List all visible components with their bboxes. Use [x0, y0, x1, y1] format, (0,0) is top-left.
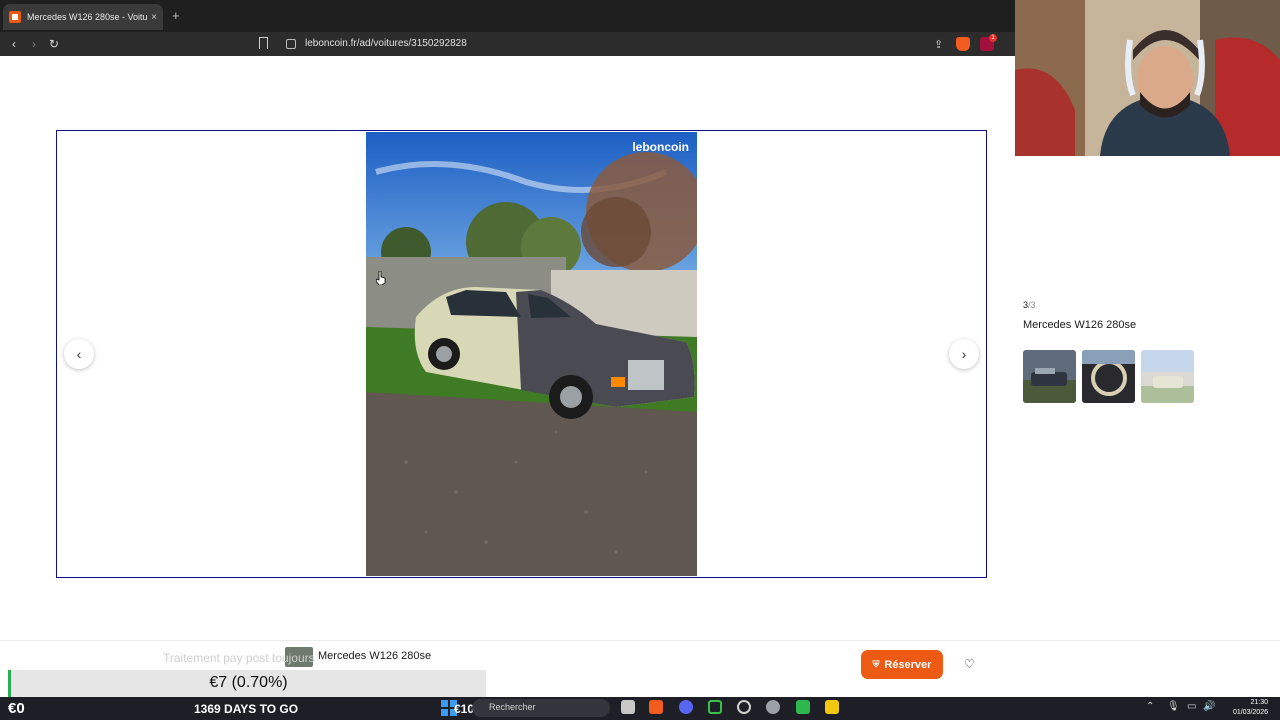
overlay-ghost-text: Traitement pay post toujours — [163, 651, 315, 665]
taskbar-clock[interactable]: 21:30 01/03/2026 — [1228, 698, 1268, 718]
bookmark-icon[interactable] — [259, 37, 268, 49]
network-icon[interactable]: ▭ — [1187, 701, 1196, 712]
overlay-balance: €0 — [8, 700, 25, 717]
reserve-label: Réserver — [884, 658, 932, 671]
play-app-icon[interactable] — [708, 700, 722, 714]
discord-icon[interactable] — [679, 700, 693, 714]
volume-icon[interactable]: 🔊 — [1203, 701, 1215, 712]
brave-browser-icon[interactable] — [649, 700, 663, 714]
leboncoin-watermark: leboncoin — [632, 140, 689, 154]
next-photo-button[interactable]: › — [949, 339, 979, 369]
leboncoin-favicon-icon — [9, 11, 21, 23]
windows-taskbar — [0, 697, 1280, 720]
new-tab-button[interactable]: + — [172, 8, 180, 23]
thumbnail-3-image — [1141, 350, 1194, 403]
shield-icon: ⛨ — [872, 659, 880, 669]
close-tab-icon[interactable]: × — [151, 12, 157, 23]
sticky-ad-title: Mercedes W126 280se — [318, 650, 432, 662]
hand-cursor-icon — [376, 271, 386, 285]
tab-strip: Mercedes W126 280se - Voitures × + — [0, 0, 1015, 32]
photo-thumbnail-3[interactable] — [1141, 350, 1194, 403]
obs-icon[interactable] — [737, 700, 751, 714]
photo-thumbnail-2[interactable] — [1082, 350, 1135, 403]
settings-gear-icon[interactable] — [766, 700, 780, 714]
webcam-overlay — [1015, 0, 1280, 156]
notification-badge: 1 — [989, 34, 997, 42]
photo-counter: 3/3 — [1023, 300, 1036, 310]
car-photo-image — [366, 132, 697, 576]
tray-expand-icon[interactable]: ⌃ — [1146, 701, 1154, 712]
webcam-feed-image — [1015, 0, 1280, 156]
app-icon[interactable] — [825, 700, 839, 714]
rewards-icon[interactable]: 1 — [980, 34, 997, 51]
clock-time: 21:30 — [1250, 699, 1268, 706]
taskbar-search-placeholder[interactable]: Rechercher — [489, 702, 536, 712]
favorite-heart-icon[interactable]: ♡ — [964, 657, 975, 671]
brave-shield-icon[interactable] — [956, 37, 970, 51]
site-settings-icon[interactable] — [286, 39, 296, 49]
overlay-amount-change: €7 (0.70%) — [209, 674, 288, 691]
photo-thumbnail-1[interactable] — [1023, 350, 1076, 403]
previous-photo-button[interactable]: ‹ — [64, 339, 94, 369]
reserve-button[interactable]: ⛨ Réserver — [861, 650, 943, 679]
microphone-icon[interactable]: 🎙 — [1167, 701, 1180, 712]
share-icon[interactable]: ⇪ — [934, 38, 943, 51]
overlay-days-to-go: 1369 DAYS TO GO — [194, 702, 299, 716]
sheets-app-icon[interactable] — [796, 700, 810, 714]
url-text[interactable]: leboncoin.fr/ad/voitures/3150292828 — [305, 38, 467, 49]
reload-button[interactable]: ↻ — [46, 36, 62, 52]
thumbnail-2-image — [1082, 350, 1135, 403]
task-view-icon[interactable] — [621, 700, 635, 714]
clock-date: 01/03/2026 — [1232, 709, 1268, 716]
address-bar[interactable]: leboncoin.fr/ad/voitures/3150292828 ⇪ 1 — [280, 34, 1000, 53]
forward-button[interactable]: › — [26, 36, 42, 52]
browser-toolbar: ‹ › ↻ leboncoin.fr/ad/voitures/315029282… — [0, 32, 1015, 56]
back-button[interactable]: ‹ — [6, 36, 22, 52]
listing-title: Mercedes W126 280se — [1023, 319, 1137, 331]
thumbnail-1-image — [1023, 350, 1076, 403]
browser-tab[interactable]: Mercedes W126 280se - Voitures × — [3, 4, 163, 30]
counter-total: /3 — [1028, 300, 1036, 310]
overlay-progress-box: €7 (0.70%) — [8, 670, 486, 698]
car-photo[interactable]: leboncoin — [366, 132, 697, 576]
tab-title: Mercedes W126 280se - Voitures — [27, 12, 148, 22]
